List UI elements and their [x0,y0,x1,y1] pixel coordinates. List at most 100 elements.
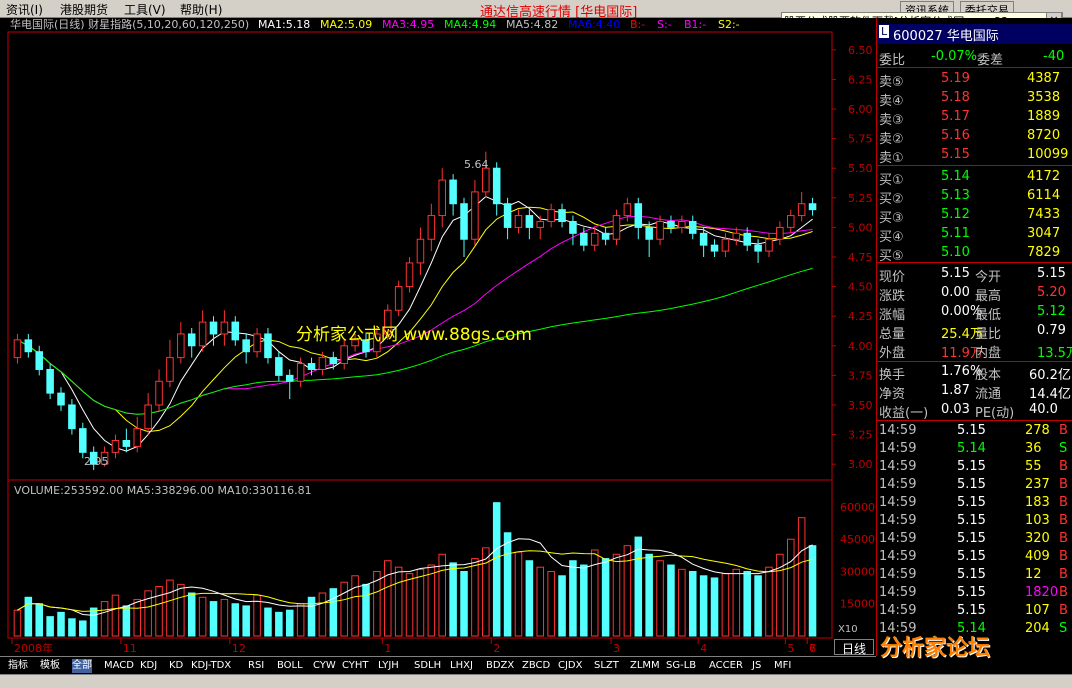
menu-hk-futures[interactable]: 港股期货 [60,1,108,18]
volume-bar [242,605,250,637]
volume-bar [155,586,163,637]
quote-row: 14:59 5.15 320 B [877,530,1072,549]
indicator-tab[interactable]: SG-LB [666,659,696,673]
candle-body [732,232,741,240]
ma-legend-item: B1:- [684,18,706,31]
indicator-tab[interactable]: BOLL [277,659,303,673]
candles [13,151,817,471]
volume-bar [296,603,305,637]
chart-area[interactable]: 华电国际(日线) 财星指路(5,10,20,60,120,250) MA1:5.… [0,17,876,656]
indicator-tab[interactable]: 模板 [40,659,60,673]
volume-bar [623,545,632,637]
indicator-tab[interactable]: MACD [104,659,134,673]
indicator-tab[interactable]: LYJH [378,659,399,673]
weicha-label: 委差 [977,53,1004,68]
bid-label: 买③ [879,211,904,226]
volume-bar [743,570,751,637]
indicator-tab[interactable]: KDJ [140,659,157,673]
candle-body [503,203,512,228]
bid-volume: 6114 [1027,188,1061,203]
candle-body [688,220,697,234]
volume-bar [787,538,795,637]
tick-volume: 107 [1025,603,1050,618]
ma-legend-item: MA2:5.09 [320,18,372,31]
candle-body [35,351,43,370]
candle-body [155,380,163,406]
price-axis: 6.50 6.25 6.00 5.75 5.50 5.25 5.00 4.75 4.50 4.25… [832,44,875,611]
tick-volume: 237 [1025,477,1050,492]
tick-time: 14:59 [879,423,917,438]
volume-bar [264,607,272,637]
indicator-tab[interactable]: SDLH [414,659,441,673]
volume-bars [13,502,817,637]
indicator-tab[interactable]: ZBCD [522,659,550,673]
tick-price: 5.15 [957,585,986,600]
menu-tools[interactable]: 工具(V) [124,1,166,18]
stat-value: 40.0 [1029,402,1058,417]
tick-volume: 320 [1025,531,1050,546]
volume-bar [765,566,773,637]
indicator-tab[interactable]: RSI [248,659,264,673]
center-watermark: 分析家公式网 www.88gs.com [296,325,532,345]
indicator-tab[interactable]: JS [752,659,761,673]
volume-bar [634,536,643,637]
time-tick-label: 7 [809,642,816,655]
volume-bar [318,592,327,637]
indicator-tab[interactable]: SLZT [594,659,619,673]
indicator-tab[interactable]: LHXJ [450,659,473,673]
candle-body [460,203,468,240]
indicator-tab[interactable]: BDZX [486,659,514,673]
indicator-tab[interactable]: CYW [313,659,336,673]
indicator-tab[interactable]: KD [169,659,183,673]
quote-row: 净资 1.87 流通 14.4亿 [877,382,1072,402]
volume-bar [482,547,490,637]
weibi-value: -0.07% [931,49,977,64]
menu-help[interactable]: 帮助(H) [180,1,222,18]
bid-label: 买① [879,173,904,188]
indicator-tab[interactable]: KDJ-TDX [191,659,231,673]
stat-value: 60.2亿 [1029,368,1071,383]
menu-info[interactable]: 资讯(I) [6,1,43,18]
quote-row: 14:59 5.15 12 B [877,566,1072,585]
candle-body [601,232,610,240]
volume-bar [231,603,240,637]
indicator-tab[interactable]: MFI [774,659,791,673]
ma-line [17,196,813,452]
indicator-tab[interactable]: ACCER [709,659,743,673]
ma-legend-item: MA3:4.95 [382,18,434,31]
indicator-tab[interactable]: ZLMM [630,659,660,673]
volume-bar [24,596,33,637]
tick-price: 5.15 [957,459,986,474]
indicator-tab[interactable]: 指标 [8,659,28,673]
quote-row: 14:59 5.15 278 B [877,422,1072,441]
stat-label: 总量 [879,327,906,342]
volume-bar [46,616,54,637]
volume-tick-label: 45000 [840,533,875,546]
stat-value: 0.79 [1037,323,1066,338]
volume-bar [797,517,806,637]
price-tick-label: 6.25 [848,73,873,86]
stat-label: 换手 [879,368,906,383]
stat-label: 量比 [975,327,1002,342]
indicator-tab[interactable]: 全部 [72,659,92,673]
candle-body [449,179,457,205]
quote-row: 卖③ 5.17 1889 [877,108,1072,128]
divider [877,165,1072,166]
price-tick-label: 3.00 [848,458,873,471]
candle-body [656,220,664,240]
candle-body [645,226,653,240]
kline-chart[interactable]: 华电国际(日线) 财星指路(5,10,20,60,120,250) MA1:5.… [0,17,876,656]
volume-bar [721,573,730,637]
period-button[interactable]: 日线 [834,639,874,656]
volume-bar [732,568,741,637]
volume-bar [405,573,414,637]
high-price-label: 5.64 [464,158,489,171]
tick-price: 5.15 [957,513,986,528]
candle-body [612,215,621,240]
candle-body [242,339,250,353]
indicator-tab[interactable]: CJDX [558,659,582,673]
indicator-tab[interactable]: CYHT [342,659,369,673]
tick-price: 5.15 [957,567,986,582]
volume-bar [558,575,566,637]
candle-body [318,357,327,370]
